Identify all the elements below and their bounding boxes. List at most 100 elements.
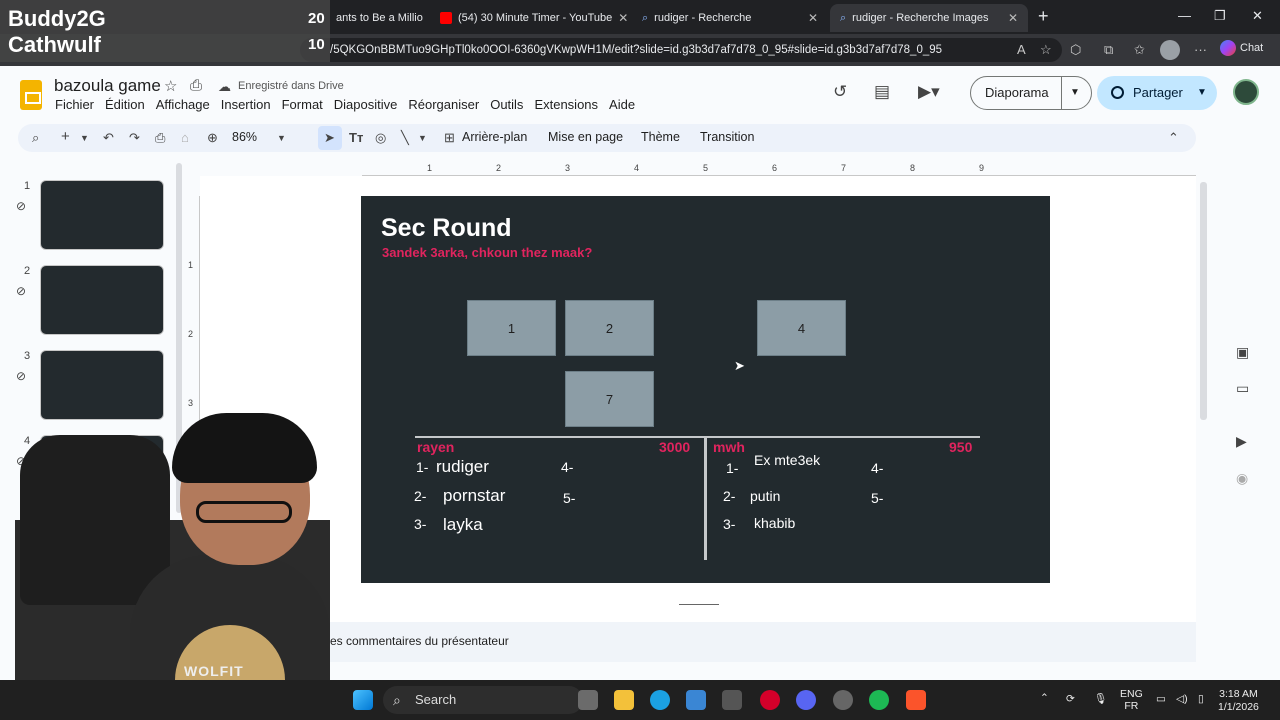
star-icon[interactable]: ☆ [164, 77, 177, 95]
slideshow-button[interactable]: Diaporama ▼ [970, 76, 1092, 110]
tab-youtube[interactable]: (54) 30 Minute Timer - YouTube ✕ [430, 4, 630, 32]
taskbar-search[interactable]: ⌕ Search [383, 686, 583, 714]
extensions-icon[interactable]: ⬡ [1070, 42, 1081, 58]
text-box-icon[interactable]: Tт [349, 130, 363, 145]
chevron-down-icon[interactable]: ▼ [80, 133, 89, 143]
answer-box[interactable]: 4 [757, 300, 846, 356]
copilot-chat-button[interactable]: Chat [1220, 40, 1263, 56]
task-view-icon[interactable] [578, 690, 598, 710]
system-clock[interactable]: 3:18 AM 1/1/2026 [1218, 688, 1259, 714]
split-screen-icon[interactable]: ⧉ [1104, 42, 1113, 58]
select-cursor-icon[interactable]: ➤ [324, 130, 335, 146]
window-close-icon[interactable]: ✕ [1252, 8, 1263, 24]
minimize-icon[interactable]: — [1178, 8, 1191, 23]
close-icon[interactable]: ✕ [618, 11, 628, 25]
slide-subtitle[interactable]: 3andek 3arka, chkoun thez maak? [382, 244, 612, 261]
file-explorer-icon[interactable] [614, 690, 634, 710]
comments-icon[interactable]: ▤ [874, 82, 890, 102]
url-field[interactable]: /5QKGOnBBMTuo9GHpTl0ko0OOI-6360gVKwpWH1M… [300, 38, 1062, 62]
tab-millionaire[interactable]: ants to Be a Millio ✕ [326, 4, 426, 32]
maximize-icon[interactable]: ❐ [1214, 8, 1226, 24]
keep-icon[interactable]: ▣ [1236, 344, 1249, 361]
share-button[interactable]: Partager ▼ [1097, 76, 1217, 110]
steam-icon[interactable] [833, 690, 853, 710]
background-button[interactable]: Arrière-plan [462, 130, 527, 144]
zoom-icon[interactable]: ⊕ [207, 130, 218, 146]
profile-avatar[interactable] [1160, 40, 1180, 60]
close-icon[interactable]: ✕ [1008, 11, 1018, 25]
slides-logo-icon[interactable] [20, 80, 42, 110]
notes-resize-handle[interactable] [679, 604, 719, 605]
shape-icon[interactable]: ◎ [375, 130, 386, 146]
paint-format-icon[interactable]: ⌂ [181, 130, 189, 145]
version-history-icon[interactable]: ↺ [833, 82, 847, 102]
move-to-folder-icon[interactable]: ⎙ [190, 77, 202, 94]
document-title[interactable]: bazoula game [54, 76, 161, 96]
line-icon[interactable]: ╲ [401, 130, 409, 146]
favorite-star-icon[interactable]: ☆ [1040, 42, 1052, 58]
add-comment-icon[interactable]: ⊞ [444, 130, 455, 146]
discord-icon[interactable] [796, 690, 816, 710]
zoom-level[interactable]: 86% [232, 130, 257, 144]
menu-diapositive[interactable]: Diapositive [334, 97, 398, 112]
answer-box[interactable]: 7 [565, 371, 654, 427]
record-icon[interactable]: ◉ [1236, 470, 1248, 487]
store-icon[interactable] [686, 690, 706, 710]
menu-extensions[interactable]: Extensions [534, 97, 598, 112]
print-icon[interactable]: ⎙ [155, 130, 165, 146]
edge-icon[interactable] [650, 690, 670, 710]
start-icon[interactable] [353, 690, 373, 710]
network-icon[interactable]: ▭ [1156, 693, 1166, 705]
menu-reorganiser[interactable]: Réorganiser [408, 97, 479, 112]
tab-rudiger-images[interactable]: ⌕ rudiger - Recherche Images ✕ [830, 4, 1028, 32]
menu-insertion[interactable]: Insertion [221, 97, 271, 112]
tab-rudiger-search[interactable]: ⌕ rudiger - Recherche ✕ [632, 4, 828, 32]
favorites-icon[interactable]: ✩ [1134, 42, 1145, 58]
app-icon[interactable] [722, 690, 742, 710]
speaker-notes[interactable]: r les commentaires du présentateur [320, 622, 1196, 662]
collapse-toolbar-icon[interactable]: ⌃ [1168, 130, 1179, 146]
battery-icon[interactable]: ▯ [1198, 693, 1204, 705]
canvas-scrollbar[interactable] [1200, 182, 1207, 420]
more-icon[interactable]: ··· [1194, 42, 1207, 57]
menu-aide[interactable]: Aide [609, 97, 635, 112]
search-menus-icon[interactable]: ⌕ [32, 130, 39, 146]
answer-box[interactable]: 1 [467, 300, 556, 356]
read-aloud-icon[interactable]: A [1017, 42, 1026, 57]
current-slide[interactable]: Sec Round 3andek 3arka, chkoun thez maak… [361, 196, 1050, 583]
chevron-down-icon[interactable]: ▼ [277, 133, 286, 143]
menu-fichier[interactable]: Fichier [55, 97, 94, 112]
chevron-up-icon[interactable]: ⌃ [1040, 692, 1049, 704]
slide-thumbnail-1[interactable] [40, 180, 164, 250]
video-icon[interactable]: ▶ [1236, 433, 1247, 450]
brave-icon[interactable] [906, 690, 926, 710]
chevron-down-icon[interactable]: ▼ [1197, 76, 1207, 110]
undo-icon[interactable]: ↶ [103, 130, 114, 146]
spotify-icon[interactable] [869, 690, 889, 710]
chevron-down-icon[interactable]: ▼ [1070, 77, 1080, 109]
folder-icon[interactable]: ▭ [1236, 380, 1249, 397]
transition-button[interactable]: Transition [700, 130, 754, 144]
language-indicator[interactable]: ENG FR [1120, 688, 1143, 712]
microphone-icon[interactable]: 🎙 [1094, 693, 1107, 705]
volume-icon[interactable]: ◁) [1176, 693, 1188, 705]
meet-camera-icon[interactable]: ▶▾ [918, 82, 940, 102]
slide-title[interactable]: Sec Round [381, 214, 512, 243]
layout-button[interactable]: Mise en page [548, 130, 623, 144]
menu-affichage[interactable]: Affichage [156, 97, 210, 112]
answer-box[interactable]: 2 [565, 300, 654, 356]
menu-format[interactable]: Format [282, 97, 323, 112]
new-slide-icon[interactable]: + [61, 128, 70, 145]
new-tab-icon[interactable]: + [1038, 6, 1049, 27]
slide-thumbnail-2[interactable] [40, 265, 164, 335]
theme-button[interactable]: Thème [641, 130, 680, 144]
account-avatar[interactable] [1233, 79, 1259, 105]
menu-edition[interactable]: Édition [105, 97, 145, 112]
opera-icon[interactable] [760, 690, 780, 710]
chevron-down-icon[interactable]: ▼ [418, 133, 427, 143]
ruler-tick: 1 [427, 163, 433, 173]
redo-icon[interactable]: ↷ [129, 130, 140, 146]
sync-icon[interactable]: ⟳ [1066, 693, 1075, 705]
close-icon[interactable]: ✕ [808, 11, 818, 25]
menu-outils[interactable]: Outils [490, 97, 523, 112]
